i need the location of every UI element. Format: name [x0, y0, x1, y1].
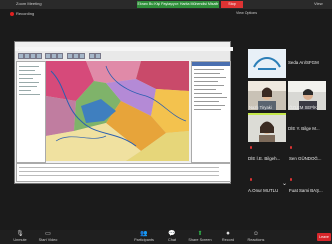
tool-icon — [57, 53, 63, 59]
participant-name: Fuat Sami BAŞ... — [289, 188, 323, 193]
participant-tile-nazli[interactable]: Nazlı Tiryaki — [248, 81, 286, 110]
reactions-button[interactable]: ☺ Reactions — [242, 230, 270, 242]
view-options-button[interactable]: View Options — [236, 11, 257, 15]
toc-line — [19, 70, 35, 71]
participant-logo-image — [248, 49, 286, 78]
muted-mic-icon — [290, 178, 292, 181]
attribute-table-panel — [16, 163, 231, 182]
table-of-contents-panel — [16, 61, 46, 163]
participant-tile-seda[interactable] — [248, 49, 286, 78]
muted-mic-icon — [250, 178, 252, 181]
reactions-label: Reactions — [247, 238, 265, 242]
share-screen-button[interactable]: ⬆ Share Screen — [186, 230, 214, 242]
toc-line — [19, 82, 39, 83]
toc-line — [19, 90, 31, 91]
microphone-icon: 🎙 — [16, 231, 24, 237]
attr-row — [194, 93, 222, 94]
participant-tile-ozlem[interactable]: ÖZLEM SEPİK — [288, 81, 326, 110]
share-screen-icon: ⬆ — [197, 231, 203, 237]
table-row — [19, 175, 219, 176]
attr-row — [194, 101, 219, 102]
table-row — [19, 171, 219, 172]
meeting-top-bar: Zoom Meeting Ekranı Bu Kişi Paylaşıyor: … — [0, 0, 332, 9]
start-video-label: Start Video — [38, 238, 58, 242]
muted-mic-icon — [290, 146, 292, 149]
start-video-button[interactable]: ▭ Start Video — [34, 230, 62, 242]
participant-name: A.Onur MUTLU — [248, 188, 279, 193]
attributes-header — [192, 62, 230, 66]
map-canvas[interactable] — [46, 61, 189, 161]
chat-icon: 💬 — [168, 231, 176, 237]
participant-name: DİE İ.E. Bilgeh... — [248, 156, 281, 161]
attr-row — [194, 81, 218, 82]
attr-row — [194, 73, 220, 74]
tool-icon — [79, 53, 85, 59]
leave-button[interactable]: Leave — [317, 233, 331, 241]
gallery-next-arrow-icon[interactable]: ⌄ — [282, 180, 287, 187]
tool-icon — [95, 53, 101, 59]
toc-line — [19, 86, 37, 87]
record-icon: ⏺ — [226, 231, 230, 237]
chat-label: Chat — [167, 238, 177, 242]
participant-tile-bilge[interactable] — [248, 113, 286, 142]
toc-line — [19, 74, 41, 75]
map-image — [46, 61, 189, 161]
unmute-button[interactable]: 🎙 Unmute — [6, 230, 34, 242]
camera-icon: ▭ — [45, 231, 51, 237]
attr-row — [194, 69, 224, 70]
shared-screen[interactable]: · — [14, 41, 233, 184]
recording-indicator: Recording — [10, 11, 34, 16]
shared-app-toolbar — [15, 51, 230, 60]
participant-video — [248, 113, 286, 142]
participant-name: Seda Arı/SFGM — [288, 60, 319, 65]
participants-button[interactable]: 👥 Participants — [130, 230, 158, 242]
participant-name: DİE Y. Bilge M... — [288, 126, 320, 131]
attributes-panel — [191, 61, 231, 163]
attr-row — [194, 89, 216, 90]
meeting-controls-bar: 🎙 Unmute ▭ Start Video 👥 Participants 💬 … — [0, 230, 332, 244]
record-dot-icon — [10, 11, 14, 16]
toc-line — [19, 78, 33, 79]
screen-share-banner[interactable]: Ekranı Bu Kişi Paylaşıyor: Harita Mühend… — [137, 1, 219, 8]
attr-row — [194, 109, 221, 110]
attr-row — [194, 105, 225, 106]
participants-icon: 👥 — [140, 231, 148, 237]
share-screen-label: Share Screen — [188, 238, 212, 242]
unmute-label: Unmute — [13, 238, 27, 242]
toc-line — [19, 66, 39, 67]
muted-mic-icon — [250, 146, 252, 149]
tool-icon — [36, 53, 42, 59]
smiley-icon: ☺ — [252, 231, 260, 237]
recording-label: Recording — [16, 11, 35, 16]
participant-name: Sen GÜNDOĞ... — [289, 156, 322, 161]
record-button[interactable]: ⏺ Record — [214, 230, 242, 242]
view-button[interactable]: View — [314, 1, 323, 6]
participants-label: Participants — [134, 238, 154, 242]
chat-button[interactable]: 💬 Chat — [158, 230, 186, 242]
record-label: Record — [221, 238, 235, 242]
participant-name: ÖZLEM SEPİK — [289, 105, 317, 110]
attr-row — [194, 77, 226, 78]
stop-share-button[interactable]: Stop — [221, 1, 243, 8]
table-row — [19, 167, 219, 168]
attr-row — [194, 97, 227, 98]
participant-name: Nazlı Tiryaki — [249, 105, 272, 110]
app-title: Zoom Meeting — [16, 1, 42, 6]
attr-row — [194, 85, 224, 86]
toc-line — [19, 94, 40, 95]
